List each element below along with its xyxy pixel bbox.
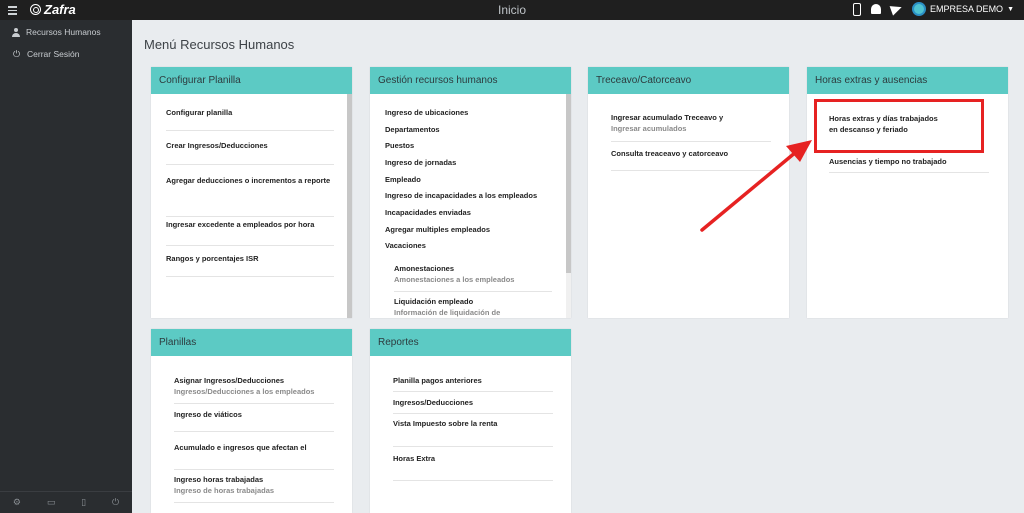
menu-item-vacaciones[interactable]: Vacaciones (385, 241, 426, 250)
card-treceavo-catorceavo: Treceavo/Catorceavo Ingresar acumulado T… (588, 67, 789, 318)
card-title: Planillas (151, 329, 352, 356)
scrollbar[interactable] (566, 94, 571, 318)
menu-item-ubicaciones[interactable]: Ingreso de ubicaciones (385, 108, 468, 117)
menu-item-empleado[interactable]: Empleado (385, 175, 421, 184)
menu-item-ingresar-acumulado[interactable]: Ingresar acumulado Treceavo y Ingresar a… (611, 113, 771, 142)
bell-icon[interactable] (871, 4, 882, 14)
company-avatar (912, 2, 927, 16)
brand-name: Zafra (44, 2, 76, 17)
scrollbar[interactable] (347, 94, 352, 318)
main-content: Menú Recursos Humanos Configurar Planill… (132, 20, 1024, 513)
sidebar-item-label: Recursos Humanos (26, 27, 101, 37)
company-menu[interactable]: EMPRESA DEMO ▼ (912, 2, 1014, 16)
card-reportes: Reportes Planilla pagos anteriores Ingre… (370, 329, 571, 513)
menu-item-impuesto-renta[interactable]: Vista Impuesto sobre la renta (393, 419, 553, 447)
menu-item-departamentos[interactable]: Departamentos (385, 125, 440, 134)
lock-icon[interactable]: ▯ (81, 497, 86, 508)
sidebar: Recursos Humanos ⏻ Cerrar Sesión ⚙ ▭ ▯ ⏻ (0, 20, 132, 513)
menu-item-ingresos-deducciones[interactable]: Ingresos/Deducciones (393, 398, 553, 414)
menu-item-horas-trabajadas[interactable]: Ingreso horas trabajadas Ingreso de hora… (174, 475, 334, 503)
power-icon: ⏻ (12, 48, 21, 59)
card-title: Treceavo/Catorceavo (588, 67, 789, 94)
monitor-icon[interactable]: ▭ (47, 497, 56, 508)
menu-item-amonestaciones[interactable]: Amonestaciones Amonestaciones a los empl… (394, 264, 552, 292)
card-configurar-planilla: Configurar Planilla Configurar planilla … (151, 67, 352, 318)
card-title: Reportes (370, 329, 571, 356)
gear-icon[interactable]: ⚙ (13, 497, 21, 508)
menu-item-puestos[interactable]: Puestos (385, 141, 414, 150)
send-icon[interactable] (889, 2, 904, 16)
menu-item-configurar-planilla[interactable]: Configurar planilla (166, 108, 334, 131)
power-icon[interactable]: ⏻ (112, 497, 119, 508)
phone-icon[interactable] (853, 2, 862, 16)
sidebar-item-label: Cerrar Sesión (27, 49, 80, 59)
menu-item-acumulado-ingresos[interactable]: Acumulado e ingresos que afectan el (174, 443, 334, 470)
card-planillas: Planillas Asignar Ingresos/Deducciones I… (151, 329, 352, 513)
card-title: Horas extras y ausencias (807, 67, 1008, 94)
chevron-down-icon: ▼ (1007, 5, 1014, 13)
card-title: Configurar Planilla (151, 67, 352, 94)
sidebar-item-cerrar-sesion[interactable]: ⏻ Cerrar Sesión (0, 43, 132, 65)
card-title: Gestión recursos humanos (370, 67, 571, 94)
menu-item-viaticos[interactable]: Ingreso de viáticos (174, 410, 334, 432)
menu-item-ingresar-excedente[interactable]: Ingresar excedente a empleados por hora (166, 220, 334, 246)
company-name: EMPRESA DEMO (930, 4, 1004, 14)
top-bar: Zafra Inicio EMPRESA DEMO ▼ (0, 0, 1024, 20)
menu-item-crear-ingresos[interactable]: Crear Ingresos/Deducciones (166, 141, 334, 165)
menu-item-horas-extra[interactable]: Horas Extra (393, 454, 553, 481)
user-icon (12, 27, 20, 37)
menu-item-planilla-pagos[interactable]: Planilla pagos anteriores (393, 376, 553, 392)
menu-item-agregar-deducciones[interactable]: Agregar deducciones o incrementos a repo… (166, 175, 334, 217)
menu-item-incapacidades-enviadas[interactable]: Incapacidades enviadas (385, 208, 471, 217)
menu-item-asignar-ingresos[interactable]: Asignar Ingresos/Deducciones Ingresos/De… (174, 376, 334, 404)
page-title: Menú Recursos Humanos (144, 37, 295, 52)
menu-item-liquidacion[interactable]: Liquidación empleado Información de liqu… (394, 297, 552, 317)
menu-item-incapacidades[interactable]: Ingreso de incapacidades a los empleados (385, 191, 537, 200)
menu-item-multiples-empleados[interactable]: Agregar multiples empleados (385, 225, 490, 234)
menu-item-jornadas[interactable]: Ingreso de jornadas (385, 158, 456, 167)
logo-icon (30, 4, 41, 15)
brand-logo[interactable]: Zafra (30, 2, 76, 17)
menu-item-rangos-isr[interactable]: Rangos y porcentajes ISR (166, 254, 334, 277)
sidebar-item-recursos-humanos[interactable]: Recursos Humanos (0, 21, 132, 43)
menu-item-consulta-treceavo[interactable]: Consulta treaceavo y catorceavo (611, 149, 771, 171)
sidebar-footer: ⚙ ▭ ▯ ⏻ (0, 491, 132, 513)
card-gestion-recursos-humanos: Gestión recursos humanos Ingreso de ubic… (370, 67, 571, 318)
menu-item-ausencias[interactable]: Ausencias y tiempo no trabajado (829, 157, 989, 173)
highlight-box (814, 99, 984, 153)
menu-icon[interactable] (8, 4, 17, 15)
